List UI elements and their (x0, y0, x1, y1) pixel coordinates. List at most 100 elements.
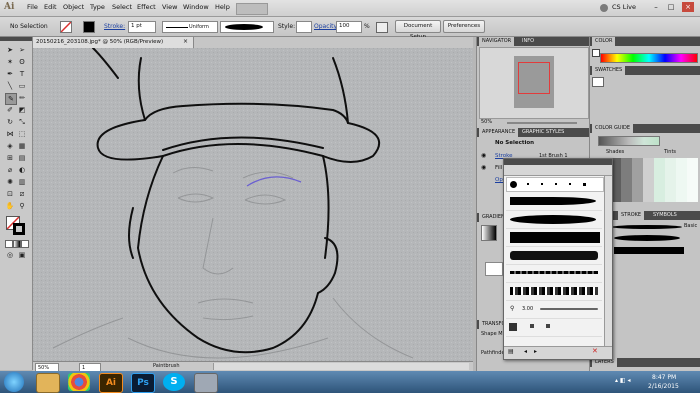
brush-stroke-preview[interactable] (612, 225, 682, 229)
stroke-tab[interactable]: STROKE (618, 211, 645, 220)
shape-builder-tool-icon[interactable]: ◈ (5, 141, 15, 151)
zoom-tool-icon[interactable]: ⚲ (17, 201, 27, 211)
navigator-zoom-slider[interactable] (507, 122, 577, 124)
swatch-none[interactable] (592, 77, 604, 87)
art-brush-row-2[interactable] (506, 211, 602, 229)
color-tab[interactable]: COLOR (592, 37, 616, 46)
fill-swatch[interactable] (60, 21, 72, 33)
maximize-button[interactable]: □ (665, 2, 677, 12)
selection-tool-icon[interactable]: ➤ (5, 45, 15, 55)
menu-type[interactable]: Type (90, 3, 105, 11)
document-tab[interactable]: 20150216_203108.jpg* @ 50% (RGB/Preview)… (33, 37, 194, 48)
stroke-color-box[interactable] (13, 223, 25, 235)
gradient-fill-box[interactable] (485, 262, 503, 276)
minimize-button[interactable]: – (650, 2, 662, 12)
screen-mode-icon[interactable]: ▣ (17, 250, 27, 260)
art-brush-row-4[interactable] (506, 247, 602, 265)
width-tool-icon[interactable]: ⋈ (5, 129, 15, 139)
bridge-button[interactable] (236, 3, 268, 15)
close-button[interactable]: × (682, 2, 694, 12)
perspective-grid-tool-icon[interactable]: ▦ (17, 141, 27, 151)
stroke-swatch[interactable] (83, 21, 95, 33)
menu-view[interactable]: View (162, 3, 177, 11)
swatches-tab[interactable]: SWATCHES (592, 66, 626, 75)
line-tool-icon[interactable]: ╲ (5, 81, 15, 91)
pen-tool-icon[interactable]: ✒ (5, 69, 15, 79)
brush-definition-dropdown[interactable] (220, 21, 274, 33)
visibility-eye-icon[interactable]: ◉ (481, 164, 486, 171)
blob-brush-tool-icon[interactable]: ✐ (5, 105, 15, 115)
previous-library-icon[interactable]: ◂ (524, 348, 527, 355)
menu-window[interactable]: Window (183, 3, 209, 11)
navigator-zoom-value[interactable]: 50% (481, 119, 492, 125)
menu-file[interactable]: File (27, 3, 38, 11)
mesh-tool-icon[interactable]: ⊞ (5, 153, 15, 163)
color-spectrum[interactable] (600, 53, 698, 63)
navigator-tab[interactable]: NAVIGATOR (479, 37, 515, 46)
stroke-label[interactable]: Stroke: (104, 23, 125, 30)
calligraphic-brush-row[interactable] (506, 177, 604, 192)
art-brush-row-5[interactable] (506, 265, 602, 283)
visibility-eye-icon[interactable]: ◉ (481, 152, 486, 159)
document-setup-button[interactable]: Document Setup (395, 20, 441, 40)
appearance-fill-row[interactable]: Fill (495, 165, 502, 171)
pencil-tool-icon[interactable]: ✏ (17, 93, 27, 103)
canvas[interactable] (33, 48, 473, 361)
paintbrush-tool-icon[interactable]: ✎ (5, 93, 17, 105)
system-tray[interactable]: ▴ ◧ ◂ (615, 377, 643, 387)
close-tab-icon[interactable]: × (183, 38, 188, 45)
info-tab[interactable]: INFO (519, 37, 538, 46)
eyedropper-tool-icon[interactable]: ⌀ (5, 165, 15, 175)
rectangle-tool-icon[interactable]: ▭ (17, 81, 27, 91)
column-graph-tool-icon[interactable]: ▥ (17, 177, 27, 187)
lasso-tool-icon[interactable]: ʘ (17, 57, 27, 67)
horizontal-scrollbar[interactable] (213, 363, 469, 370)
illustrator-taskbar-icon[interactable]: Ai (99, 373, 123, 393)
gradient-preview-swatch[interactable] (481, 225, 497, 241)
variable-width-dropdown[interactable]: Uniform (162, 21, 218, 33)
app-taskbar-icon[interactable] (194, 373, 218, 393)
slice-tool-icon[interactable]: ⧄ (17, 189, 27, 199)
current-tool-status[interactable]: Paintbrush (153, 363, 180, 369)
preferences-button[interactable]: Preferences (443, 20, 485, 33)
recolor-artwork-icon[interactable] (376, 22, 388, 33)
color-guide-tab[interactable]: COLOR GUIDE (592, 124, 634, 133)
magic-wand-tool-icon[interactable]: ✶ (5, 57, 15, 67)
type-tool-icon[interactable]: T (17, 69, 27, 79)
direct-selection-tool-icon[interactable]: ➢ (17, 45, 27, 55)
opacity-label[interactable]: Opacity: (314, 23, 339, 30)
hand-tool-icon[interactable]: ✋ (5, 201, 15, 211)
scatter-brush-row[interactable] (506, 283, 602, 301)
clock-time[interactable]: 8:47 PM (652, 374, 676, 381)
draw-mode-icon[interactable]: ◎ (5, 250, 15, 260)
art-brush-row-1[interactable] (506, 193, 602, 211)
graphic-style-dropdown[interactable] (296, 21, 312, 33)
stroke-weight-field[interactable]: 1 pt (128, 21, 156, 33)
gradient-tool-icon[interactable]: ▤ (17, 153, 27, 163)
photoshop-taskbar-icon[interactable]: Ps (131, 373, 155, 393)
menu-effect[interactable]: Effect (137, 3, 156, 11)
color-guide-grid[interactable] (610, 158, 698, 202)
navigator-view-box[interactable] (518, 62, 550, 94)
skype-taskbar-icon[interactable]: S (163, 373, 185, 391)
free-transform-tool-icon[interactable]: ⬚ (17, 129, 27, 139)
gradient-mode-button[interactable] (13, 240, 21, 248)
fill-indicator[interactable] (592, 49, 600, 57)
menu-edit[interactable]: Edit (44, 3, 57, 11)
appearance-tab[interactable]: APPEARANCE (479, 128, 519, 137)
eraser-tool-icon[interactable]: ◩ (17, 105, 27, 115)
brush-libraries-icon[interactable]: ▤ (508, 348, 514, 355)
graphic-styles-tab[interactable]: GRAPHIC STYLES (519, 128, 568, 137)
rotate-tool-icon[interactable]: ↻ (5, 117, 15, 127)
clock-date[interactable]: 2/16/2015 (648, 383, 679, 390)
menu-help[interactable]: Help (215, 3, 230, 11)
remove-brush-icon[interactable]: ✕ (592, 347, 598, 355)
brush-stroke-preview-2[interactable] (614, 235, 680, 241)
pattern-brush-row[interactable] (506, 319, 602, 337)
menu-select[interactable]: Select (112, 3, 132, 11)
brushes-scrollbar[interactable] (604, 176, 612, 346)
start-button[interactable] (4, 372, 24, 392)
harmony-colors[interactable] (598, 136, 660, 146)
brush-stroke-preview-3[interactable] (614, 247, 684, 254)
blend-tool-icon[interactable]: ◐ (17, 165, 27, 175)
